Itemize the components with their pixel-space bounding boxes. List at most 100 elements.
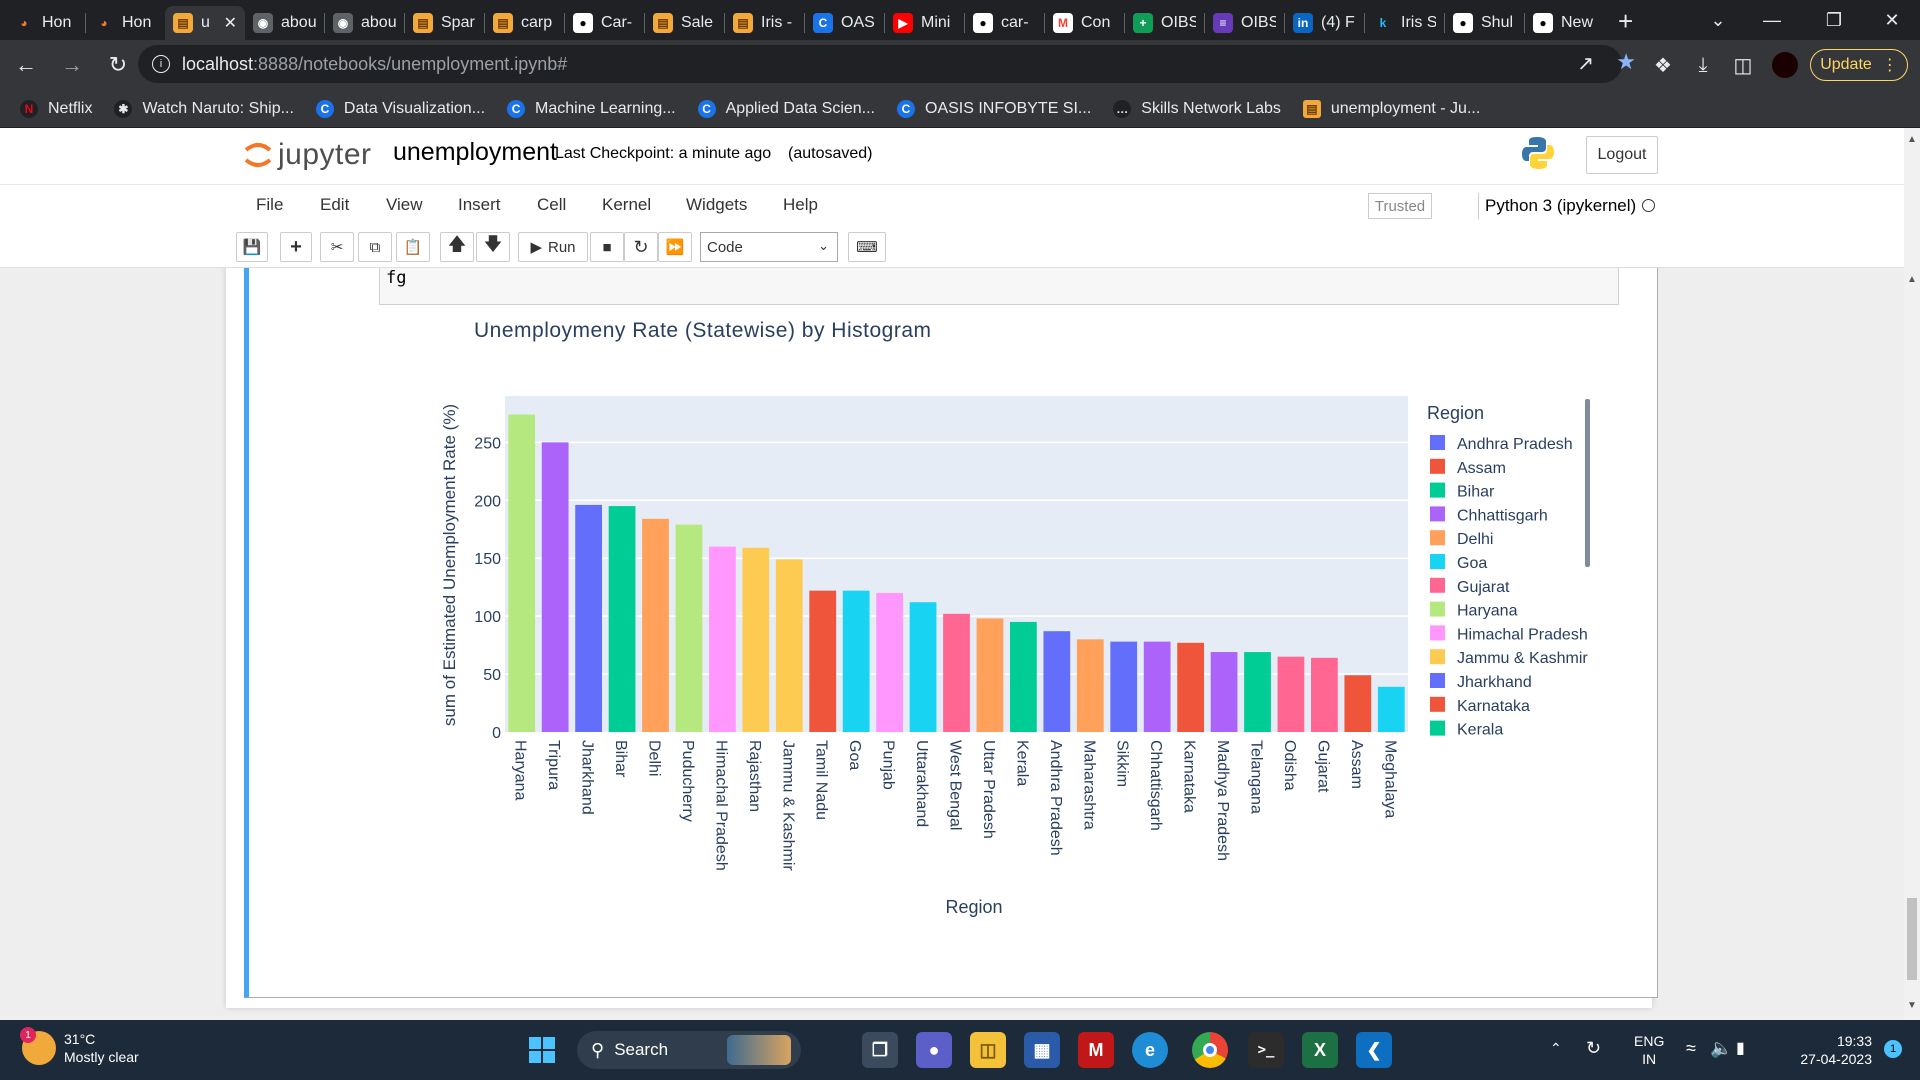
restart-run-all-icon[interactable]: ⏩	[658, 232, 692, 262]
sync-icon[interactable]: ↻	[1586, 1038, 1601, 1059]
browser-tab[interactable]: ● New	[1525, 6, 1604, 40]
tray-overflow-icon[interactable]: ⌃	[1550, 1040, 1562, 1057]
bookmark-item[interactable]: ✱ Watch Naruto: Ship...	[114, 99, 294, 118]
notification-badge[interactable]: 1	[1884, 1040, 1902, 1058]
battery-icon[interactable]: ▮	[1736, 1038, 1745, 1058]
share-icon[interactable]: ↗	[1577, 51, 1594, 76]
kernel-name[interactable]: Python 3 (ipykernel)	[1478, 193, 1636, 219]
bookmark-item[interactable]: C OASIS INFOBYTE SI...	[897, 99, 1091, 118]
browser-tab[interactable]: k Iris S	[1365, 6, 1444, 40]
browser-tab[interactable]: ≡ OIBS	[1205, 6, 1284, 40]
side-panel-icon[interactable]: ◫	[1728, 50, 1758, 80]
menu-widgets[interactable]: Widgets	[686, 195, 747, 215]
page-scrollbar[interactable]: ▲ ▲ ▼	[1904, 128, 1920, 1020]
menu-help[interactable]: Help	[783, 195, 818, 215]
extensions-icon[interactable]: ❖	[1648, 50, 1678, 80]
browser-tab[interactable]: ● Car-	[565, 6, 644, 40]
copy-icon[interactable]: ⧉	[358, 232, 392, 262]
save-icon[interactable]: 💾	[236, 232, 268, 262]
terminal-icon[interactable]: >_	[1248, 1032, 1284, 1068]
forward-icon[interactable]: →	[52, 45, 92, 85]
browser-tab[interactable]: ◉ abou	[325, 6, 404, 40]
mcafee-icon[interactable]: M	[1078, 1032, 1114, 1068]
jupyter-logo[interactable]: jupyter	[242, 138, 372, 172]
bookmark-item[interactable]: C Data Visualization...	[315, 99, 485, 118]
run-button[interactable]: ▶ Run	[518, 232, 588, 262]
vscode-icon[interactable]: ❮	[1356, 1032, 1392, 1068]
browser-tab[interactable]: ▤ Spar	[405, 6, 484, 40]
code-input[interactable]: fg	[379, 268, 1619, 305]
language-indicator[interactable]: ENG IN	[1634, 1032, 1664, 1068]
selected-cell[interactable]: fg Unemploymeny Rate (Statewise) by Hist…	[244, 268, 1658, 998]
bookmark-star-icon[interactable]: ★	[1616, 49, 1636, 75]
bookmark-item[interactable]: N Netflix	[20, 99, 92, 118]
address-bar[interactable]: i localhost:8888/notebooks/unemployment.…	[138, 45, 1636, 83]
scrollbar-thumb[interactable]	[1907, 898, 1917, 980]
browser-tab[interactable]: ▤ Sale	[645, 6, 724, 40]
scroll-down-icon[interactable]: ▼	[1907, 1000, 1917, 1011]
new-tab-icon[interactable]: +	[1618, 6, 1633, 37]
browser-tab[interactable]: ▤ Iris -	[725, 6, 804, 40]
menu-kernel[interactable]: Kernel	[602, 195, 651, 215]
bookmark-item[interactable]: ▤ unemployment - Ju...	[1302, 99, 1480, 118]
scroll-up-icon[interactable]: ▲	[1907, 134, 1917, 145]
download-icon[interactable]: ⤓	[1688, 50, 1718, 80]
scroll-up-small-icon[interactable]: ▲	[1907, 274, 1917, 285]
menu-edit[interactable]: Edit	[320, 195, 349, 215]
move-up-icon[interactable]: 🡅	[440, 232, 474, 262]
browser-tab[interactable]: ▤ carp	[485, 6, 564, 40]
task-view-icon[interactable]: ❐	[862, 1032, 898, 1068]
menu-file[interactable]: File	[256, 195, 283, 215]
taskbar-search[interactable]: ⚲ Search	[577, 1031, 801, 1069]
volume-icon[interactable]: 🔈	[1710, 1038, 1732, 1059]
file-explorer-icon[interactable]: ◫	[970, 1032, 1006, 1068]
reload-icon[interactable]: ↻	[98, 45, 138, 85]
restart-icon[interactable]: ↻	[624, 232, 658, 262]
bookmark-item[interactable]: C Applied Data Scien...	[697, 99, 875, 118]
edge-icon[interactable]: e	[1132, 1032, 1168, 1068]
move-down-icon[interactable]: 🡇	[476, 232, 510, 262]
cut-icon[interactable]: ✂	[320, 232, 354, 262]
restore-button[interactable]: ❐	[1806, 0, 1862, 40]
browser-tab[interactable]: ◕ Hon	[6, 6, 85, 40]
command-palette-icon[interactable]: ⌨	[848, 232, 886, 262]
browser-tab[interactable]: in (4) F	[1285, 6, 1364, 40]
menu-insert[interactable]: Insert	[458, 195, 501, 215]
tab-search-button[interactable]: ⌄	[1690, 0, 1746, 40]
close-window-button[interactable]: ✕	[1864, 0, 1920, 40]
cell-type-select[interactable]: Code ⌄	[700, 232, 838, 262]
insert-cell-icon[interactable]: +	[280, 232, 312, 262]
browser-tab[interactable]: ▤ u ✕	[165, 6, 245, 40]
browser-tab[interactable]: + OIBS	[1125, 6, 1204, 40]
browser-tab[interactable]: ▶ Mini	[885, 6, 964, 40]
bookmark-item[interactable]: … Skills Network Labs	[1113, 99, 1281, 118]
trusted-indicator[interactable]: Trusted	[1368, 193, 1432, 219]
browser-tab[interactable]: ● Shul	[1445, 6, 1524, 40]
browser-tab[interactable]: C OAS	[805, 6, 884, 40]
minimize-button[interactable]: —	[1744, 0, 1800, 40]
interrupt-icon[interactable]: ■	[590, 232, 624, 262]
bookmark-item[interactable]: C Machine Learning...	[507, 99, 676, 118]
browser-tab[interactable]: M Con	[1045, 6, 1124, 40]
browser-tab[interactable]: ● car-	[965, 6, 1044, 40]
menu-cell[interactable]: Cell	[537, 195, 566, 215]
update-button[interactable]: Update ⋮	[1810, 49, 1908, 81]
close-tab-icon[interactable]: ✕	[224, 13, 237, 33]
profile-avatar[interactable]	[1772, 52, 1798, 78]
microsoft-store-icon[interactable]: ▦	[1024, 1032, 1060, 1068]
logout-button[interactable]: Logout	[1586, 136, 1658, 174]
teams-chat-icon[interactable]: ●	[916, 1032, 952, 1068]
browser-tab[interactable]: ◉ abou	[245, 6, 324, 40]
legend-scrollbar[interactable]	[1585, 399, 1590, 567]
windows-start-icon[interactable]	[526, 1034, 558, 1066]
weather-widget[interactable]: 1 31°C Mostly clear	[20, 1027, 139, 1066]
clock[interactable]: 19:33 27-04-2023	[1778, 1032, 1872, 1068]
chrome-icon[interactable]	[1192, 1032, 1228, 1068]
menu-view[interactable]: View	[386, 195, 423, 215]
browser-tab[interactable]: ◕ Hon	[86, 6, 165, 40]
back-icon[interactable]: ←	[6, 45, 46, 85]
legend[interactable]: Andhra Pradesh Assam Bihar Chhattisgarh Delh…	[1430, 435, 1588, 739]
paste-icon[interactable]: 📋	[396, 232, 430, 262]
excel-icon[interactable]: X	[1302, 1032, 1338, 1068]
site-info-icon[interactable]: i	[152, 55, 170, 73]
